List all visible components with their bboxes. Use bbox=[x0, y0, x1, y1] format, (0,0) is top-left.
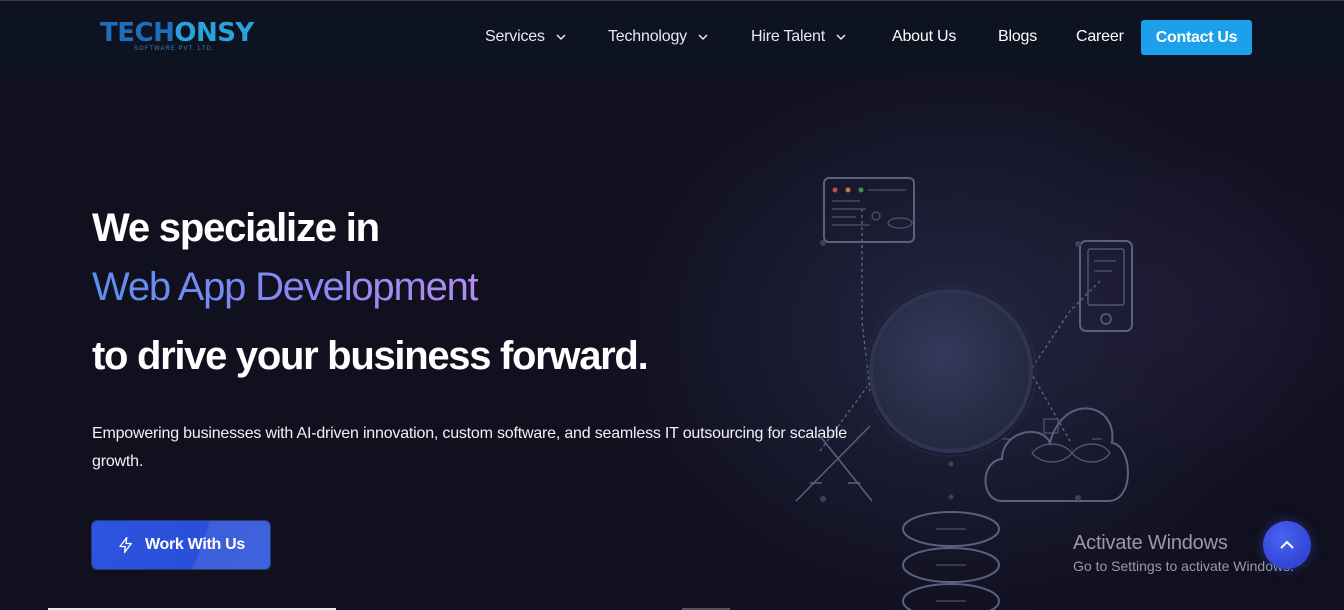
nav-item-about-us[interactable]: About Us bbox=[892, 28, 956, 46]
nav-item-blogs[interactable]: Blogs bbox=[998, 28, 1037, 46]
hero-heading-line-1: We specialize in bbox=[92, 206, 380, 250]
work-with-us-label: Work With Us bbox=[145, 536, 245, 553]
nav-item-label: Career bbox=[1076, 28, 1124, 45]
database-icon bbox=[902, 494, 1000, 610]
nav-item-label: Blogs bbox=[998, 28, 1038, 45]
hero-heading-line-3: to drive your business forward. bbox=[92, 334, 649, 378]
nav-item-label: Services bbox=[485, 28, 545, 45]
nav-item-services[interactable]: Services bbox=[485, 28, 567, 46]
hero-description: Empowering businesses with AI-driven inn… bbox=[92, 425, 847, 470]
chevron-down-icon bbox=[836, 34, 846, 41]
chevron-up-icon bbox=[1280, 540, 1294, 549]
lightning-icon bbox=[119, 536, 132, 554]
activate-windows-subtitle: Go to Settings to activate Windows. bbox=[1073, 558, 1294, 574]
nav-item-label: About Us bbox=[892, 28, 957, 45]
mobile-phone-icon bbox=[1075, 240, 1133, 332]
chevron-down-icon bbox=[556, 34, 566, 41]
monitor-window-icon bbox=[820, 177, 915, 246]
scroll-to-top-button[interactable] bbox=[1263, 521, 1311, 569]
connector-cross bbox=[795, 425, 873, 502]
work-with-us-button[interactable]: Work With Us bbox=[92, 521, 270, 569]
main-nav: Services Technology Hire Talent About Us… bbox=[0, 1, 1344, 73]
nav-item-career[interactable]: Career bbox=[1076, 28, 1124, 46]
page: TECHONSY SOFTWARE PVT. LTD. Services Tec… bbox=[0, 0, 1344, 610]
nav-item-label: Hire Talent bbox=[751, 28, 825, 45]
nav-item-hire-talent[interactable]: Hire Talent bbox=[751, 28, 847, 46]
nav-item-technology[interactable]: Technology bbox=[608, 28, 709, 46]
contact-us-button[interactable]: Contact Us bbox=[1141, 20, 1252, 55]
activate-windows-title: Activate Windows bbox=[1073, 532, 1228, 554]
chevron-down-icon bbox=[698, 34, 708, 41]
nav-item-label: Technology bbox=[608, 28, 687, 45]
navbar: TECHONSY SOFTWARE PVT. LTD. Services Tec… bbox=[0, 1, 1344, 73]
hero-heading-highlight: Web App Development bbox=[92, 265, 479, 309]
